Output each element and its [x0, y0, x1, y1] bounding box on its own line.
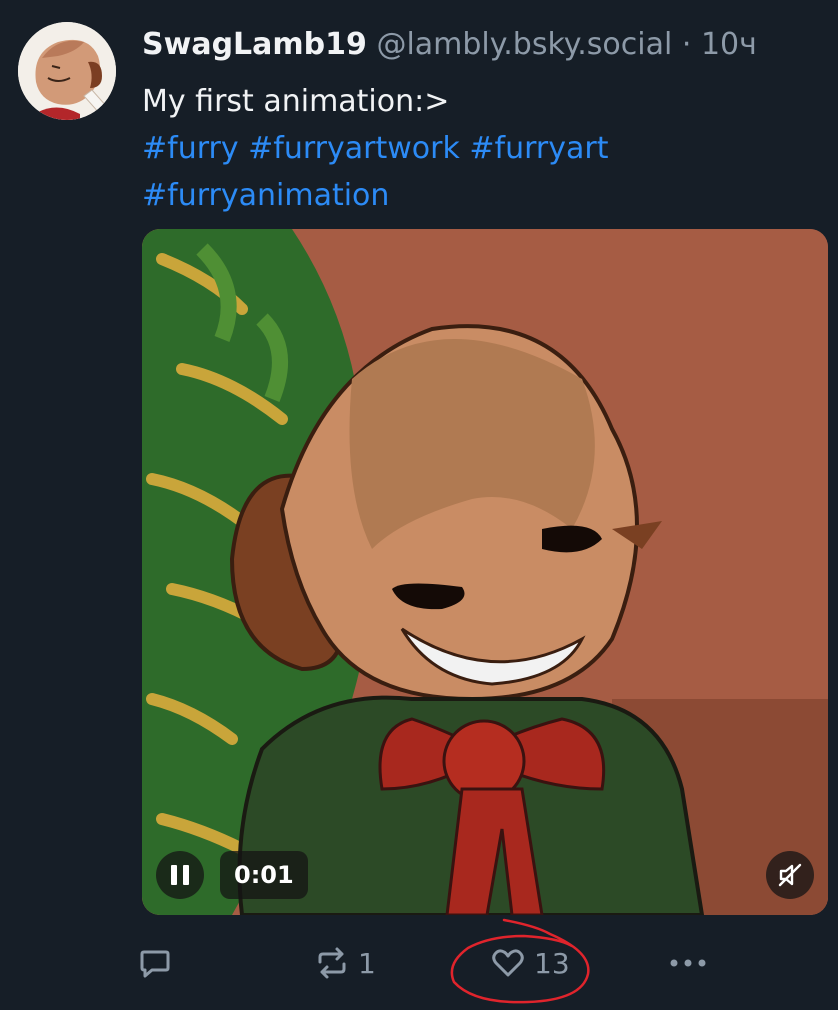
like-count: 13 [534, 946, 570, 980]
heart-icon [492, 949, 524, 977]
post-time[interactable]: 10ч [701, 27, 757, 62]
like-button[interactable]: 13 [490, 940, 570, 986]
post-text: My first animation:> #furry #furryartwor… [142, 78, 802, 219]
avatar-image [18, 22, 116, 120]
video-frame [142, 229, 828, 915]
more-options-button[interactable] [666, 940, 710, 986]
header-separator: · [681, 27, 692, 62]
mute-button[interactable] [766, 851, 814, 899]
repost-count: 1 [358, 946, 376, 980]
pause-button[interactable] [156, 851, 204, 899]
hashtag-link[interactable]: #furryanimation [142, 178, 389, 213]
reply-button[interactable] [138, 940, 172, 986]
hashtag-link[interactable]: #furry [142, 131, 239, 166]
author-handle[interactable]: @lambly.bsky.social [376, 27, 672, 62]
post-card: SwagLamb19 @lambly.bsky.social · 10ч My … [0, 0, 838, 1010]
ellipsis-icon [670, 959, 706, 967]
author-name[interactable]: SwagLamb19 [142, 27, 367, 62]
pause-icon [171, 865, 177, 885]
post-actions: 1 13 [0, 940, 838, 986]
speaker-muted-icon [778, 863, 802, 887]
reply-bubble-icon [140, 950, 170, 978]
repost-button[interactable]: 1 [314, 940, 376, 986]
video-player[interactable]: 0:01 [142, 229, 828, 915]
post-header: SwagLamb19 @lambly.bsky.social · 10ч [142, 26, 757, 64]
hashtag-link[interactable]: #furryart [469, 131, 608, 166]
avatar[interactable] [18, 22, 116, 120]
video-time: 0:01 [220, 851, 308, 899]
hashtag-link[interactable]: #furryartwork [248, 131, 460, 166]
post-text-line: My first animation:> [142, 84, 450, 119]
repost-icon [318, 947, 346, 979]
